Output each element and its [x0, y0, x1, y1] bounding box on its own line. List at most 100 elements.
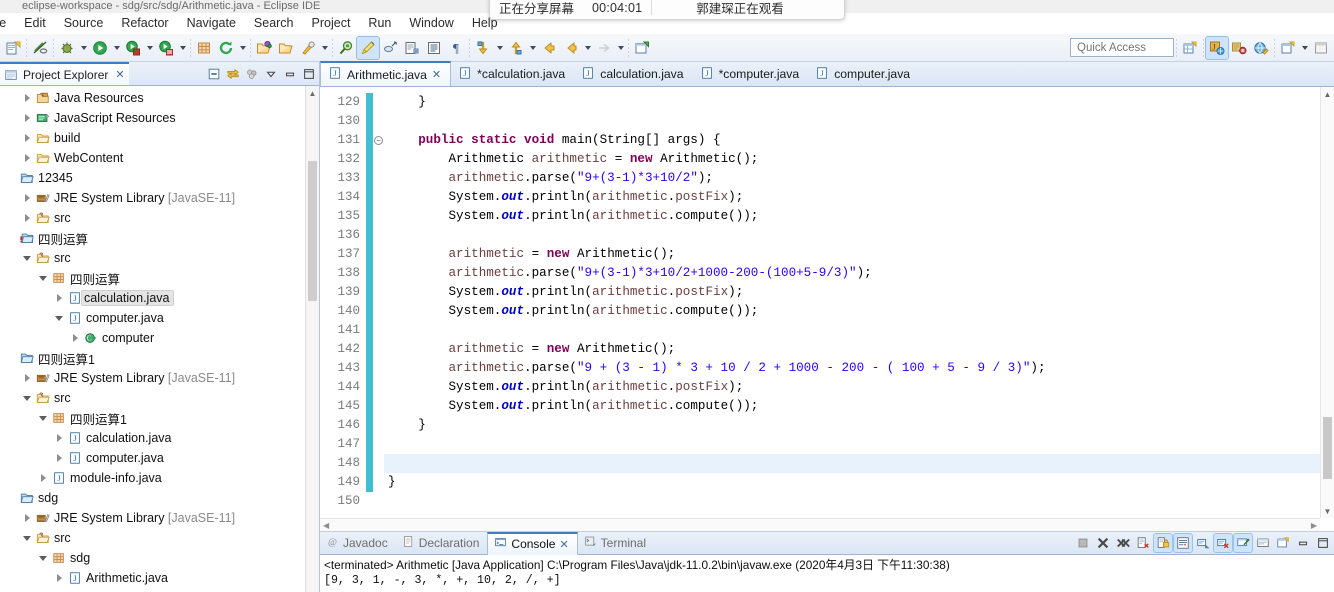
minimize-view-icon[interactable] — [281, 65, 298, 82]
editor-tab[interactable]: J Arithmetic.java ✕ — [320, 61, 452, 86]
code-line[interactable]: arithmetic = new Arithmetic(); — [384, 245, 1334, 264]
last-edit-dropdown-arrow[interactable] — [615, 37, 626, 59]
code-editor[interactable]: 129 130 131 132 133 134 135 136 137 138 139 140 141 1… — [320, 87, 1334, 532]
editor-vertical-scrollbar[interactable]: ▲ ▼ — [1320, 87, 1334, 518]
tree-item[interactable]: sdg — [0, 548, 319, 568]
expand-arrow-icon[interactable] — [20, 194, 34, 202]
clear-console-icon[interactable] — [1134, 534, 1152, 552]
collapse-arrow-icon[interactable] — [20, 396, 34, 401]
run-icon[interactable] — [89, 37, 111, 59]
console-tab[interactable]: Terminal — [578, 532, 654, 554]
editor-scroll-left-arrow[interactable]: ◀ — [323, 521, 329, 530]
tree-item[interactable]: Jcalculation.java — [0, 428, 319, 448]
code-line[interactable] — [384, 226, 1334, 245]
pencil-icon[interactable] — [356, 35, 380, 60]
tree-item[interactable]: 四则运算 — [0, 228, 319, 248]
editor-scroll-up-arrow[interactable]: ▲ — [1321, 87, 1334, 101]
show-console-on-output-icon[interactable] — [1194, 534, 1212, 552]
refresh-icon[interactable] — [215, 37, 237, 59]
menu-source[interactable]: Source — [55, 13, 113, 34]
open-console-icon[interactable] — [1274, 534, 1292, 552]
tree-item[interactable]: 四则运算 — [0, 268, 319, 288]
console-tab[interactable]: @ Javadoc — [320, 532, 396, 554]
open-perspective-dropdown-arrow[interactable] — [1299, 37, 1310, 59]
expand-arrow-icon[interactable] — [68, 334, 82, 342]
menu-navigate[interactable]: Navigate — [178, 13, 245, 34]
tree-item[interactable]: sdg — [0, 488, 319, 508]
code-line[interactable]: } — [384, 93, 1334, 112]
editor-scroll-right-arrow[interactable]: ▶ — [1311, 521, 1317, 530]
close-icon[interactable]: ✕ — [432, 68, 441, 81]
menu-project[interactable]: Project — [303, 13, 360, 34]
tree-item[interactable]: 12345 — [0, 168, 319, 188]
code-line[interactable]: System.out.println(arithmetic.compute())… — [384, 397, 1334, 416]
tree-item[interactable]: Jmodule-info.java — [0, 468, 319, 488]
tree-item[interactable]: src — [0, 208, 319, 228]
new-package-icon[interactable] — [193, 37, 215, 59]
expand-arrow-icon[interactable] — [52, 294, 66, 302]
open-task-icon[interactable] — [275, 37, 297, 59]
tree-item[interactable]: Jcalculation.java — [0, 288, 319, 308]
view-menu-icon[interactable] — [262, 65, 279, 82]
display-selected-console-icon[interactable] — [1254, 534, 1272, 552]
expand-arrow-icon[interactable] — [20, 154, 34, 162]
tree-item[interactable]: J Arithmetic.java — [0, 568, 319, 588]
editor-tab[interactable]: Jcalculation.java — [574, 62, 692, 86]
tree-item[interactable]: WebContent — [0, 148, 319, 168]
debug-dropdown-arrow[interactable] — [78, 37, 89, 59]
web-perspective-icon[interactable] — [1250, 37, 1272, 59]
code-line[interactable]: arithmetic = new Arithmetic(); — [384, 340, 1334, 359]
menu-edit[interactable]: Edit — [15, 13, 55, 34]
code-line[interactable] — [384, 112, 1334, 131]
quick-access-input[interactable] — [1070, 38, 1174, 57]
pilcrow-icon[interactable]: ¶ — [445, 37, 467, 59]
maximize-view-icon[interactable] — [300, 65, 317, 82]
tree-item[interactable]: 四则运算1 — [0, 348, 319, 368]
open-type-icon[interactable] — [253, 37, 275, 59]
next-annotation-icon[interactable] — [472, 37, 494, 59]
toggle-block-icon[interactable] — [401, 37, 423, 59]
code-line[interactable]: System.out.println(arithmetic.postFix); — [384, 378, 1334, 397]
back-dropdown-arrow[interactable] — [582, 37, 593, 59]
code-line[interactable] — [384, 454, 1334, 473]
remove-launch-icon[interactable] — [1094, 534, 1112, 552]
console-tab[interactable]: Console ✕ — [487, 531, 578, 555]
tree-item[interactable]: JavaScript Resources — [0, 108, 319, 128]
forward-icon[interactable] — [560, 37, 582, 59]
code-line[interactable]: arithmetic.parse("9+(3-1)*3+10/2+1000-20… — [384, 264, 1334, 283]
menu-file[interactable]: File — [0, 13, 15, 34]
code-line[interactable]: arithmetic.parse("9+(3-1)*3+10/2"); — [384, 169, 1334, 188]
skip-breakpoints-icon[interactable] — [379, 37, 401, 59]
editor-horizontal-scrollbar[interactable]: ◀ ▶ — [320, 518, 1320, 531]
pin-console-icon[interactable] — [1233, 533, 1253, 553]
project-tree[interactable]: ▲ Java Resources JavaScript Resources buil… — [0, 86, 319, 592]
tree-item[interactable]: build — [0, 128, 319, 148]
code-text[interactable]: } public static void main(String[] args)… — [384, 87, 1334, 531]
editor-tab[interactable]: J *computer.java — [693, 62, 809, 86]
code-line[interactable] — [384, 321, 1334, 340]
minimize-console-icon[interactable] — [1294, 534, 1312, 552]
external-tools-dropdown-arrow[interactable] — [319, 37, 330, 59]
code-line[interactable]: arithmetic.parse("9 + (3 - 1) * 3 + 10 /… — [384, 359, 1334, 378]
editor-scroll-thumb[interactable] — [1323, 417, 1332, 479]
refresh-dropdown-arrow[interactable] — [237, 37, 248, 59]
run-dropdown-arrow[interactable] — [111, 37, 122, 59]
expand-arrow-icon[interactable] — [20, 374, 34, 382]
run-as-dropdown-arrow[interactable] — [144, 37, 155, 59]
expand-arrow-icon[interactable] — [20, 114, 34, 122]
run-as-icon[interactable] — [122, 37, 144, 59]
tree-item[interactable]: JRE System Library [JavaSE-11] — [0, 188, 319, 208]
expand-arrow-icon[interactable] — [52, 434, 66, 442]
expand-arrow-icon[interactable] — [52, 454, 66, 462]
code-line[interactable]: System.out.println(arithmetic.postFix); — [384, 188, 1334, 207]
collapse-arrow-icon[interactable] — [36, 416, 50, 421]
tree-item[interactable]: src — [0, 528, 319, 548]
previous-annotation-dropdown-arrow[interactable] — [527, 37, 538, 59]
remove-all-terminated-icon[interactable] — [1114, 534, 1132, 552]
code-line[interactable]: } — [384, 473, 1334, 492]
editor-tab[interactable]: Jcomputer.java — [808, 62, 919, 86]
new-editor-icon[interactable] — [631, 37, 653, 59]
tree-item[interactable]: JRE System Library [JavaSE-11] — [0, 368, 319, 388]
menu-run[interactable]: Run — [359, 13, 400, 34]
external-tools-icon[interactable] — [297, 37, 319, 59]
